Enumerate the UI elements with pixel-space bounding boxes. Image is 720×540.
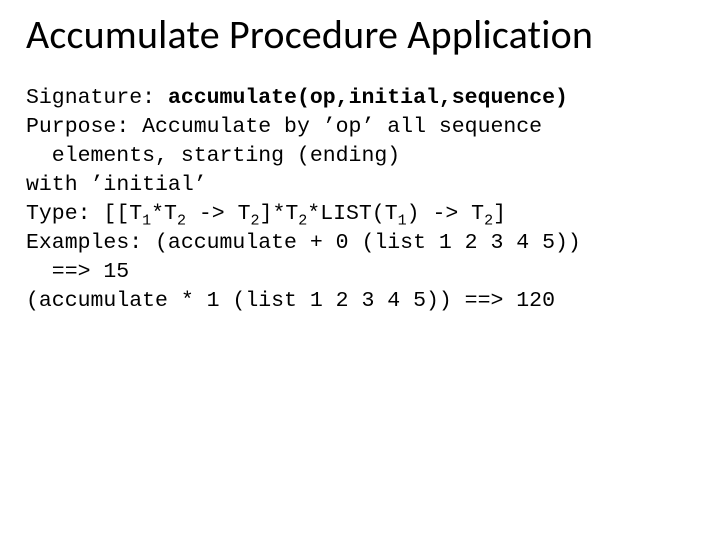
examples-line-2: ==> 15	[26, 258, 694, 287]
type-list: *LIST(T	[307, 202, 397, 226]
slide-body: Signature: accumulate(op,initial,sequenc…	[26, 84, 694, 316]
type-sub-2d: 2	[484, 211, 493, 229]
type-close-arrow: ) -> T	[407, 202, 484, 226]
slide-title: Accumulate Procedure Application	[26, 14, 694, 56]
examples-line-3: (accumulate * 1 (list 1 2 3 4 5)) ==> 12…	[26, 287, 694, 316]
purpose-line-1: Purpose: Accumulate by ’op’ all sequence	[26, 113, 694, 142]
purpose-line-3: with ’initial’	[26, 171, 694, 200]
type-sub-2a: 2	[177, 211, 186, 229]
purpose-line-2: elements, starting (ending)	[26, 142, 694, 171]
slide: Accumulate Procedure Application Signatu…	[0, 0, 720, 540]
signature-value: accumulate(op,initial,sequence)	[168, 86, 568, 110]
type-star-1: *T	[151, 202, 177, 226]
signature-label: Signature:	[26, 86, 168, 110]
type-line: Type: [[T1*T2 -> T2]*T2*LIST(T1) -> T2]	[26, 200, 694, 229]
type-sub-1b: 1	[398, 211, 407, 229]
type-sub-2c: 2	[298, 211, 307, 229]
type-prefix: Type: [[T	[26, 202, 142, 226]
type-close-bracket: ]	[493, 202, 506, 226]
type-bracket-star: ]*T	[260, 202, 299, 226]
type-arrow-1: -> T	[186, 202, 251, 226]
signature-line: Signature: accumulate(op,initial,sequenc…	[26, 84, 694, 113]
type-sub-2b: 2	[251, 211, 260, 229]
type-sub-1a: 1	[142, 211, 151, 229]
examples-line-1: Examples: (accumulate + 0 (list 1 2 3 4 …	[26, 229, 694, 258]
